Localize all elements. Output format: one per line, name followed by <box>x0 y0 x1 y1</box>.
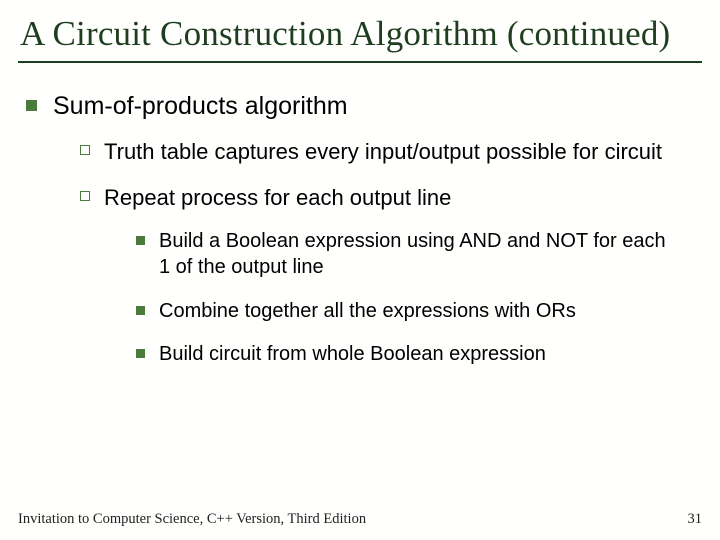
page-number: 31 <box>688 511 703 528</box>
level3-text: Combine together all the expressions wit… <box>159 299 596 325</box>
list-item: Build circuit from whole Boolean express… <box>136 342 702 368</box>
list-item: Truth table captures every input/output … <box>80 138 702 166</box>
square-bullet-icon <box>136 349 145 358</box>
level3-text: Build a Boolean expression using AND and… <box>159 229 702 280</box>
list-item: Sum-of-products algorithm <box>26 91 702 122</box>
square-bullet-icon <box>136 306 145 315</box>
level1-text: Sum-of-products algorithm <box>53 91 348 122</box>
footer: Invitation to Computer Science, C++ Vers… <box>18 511 702 528</box>
level2-text: Repeat process for each output line <box>104 184 471 212</box>
square-bullet-icon <box>136 236 145 245</box>
slide-title: A Circuit Construction Algorithm (contin… <box>18 10 702 63</box>
footer-source: Invitation to Computer Science, C++ Vers… <box>18 511 366 528</box>
list-item: Repeat process for each output line <box>80 184 702 212</box>
slide: A Circuit Construction Algorithm (contin… <box>0 0 720 540</box>
list-item: Build a Boolean expression using AND and… <box>136 229 702 280</box>
square-bullet-icon <box>26 100 37 111</box>
level2-text: Truth table captures every input/output … <box>104 138 682 166</box>
list-item: Combine together all the expressions wit… <box>136 299 702 325</box>
hollow-square-bullet-icon <box>80 145 90 155</box>
level3-text: Build circuit from whole Boolean express… <box>159 342 566 368</box>
hollow-square-bullet-icon <box>80 191 90 201</box>
